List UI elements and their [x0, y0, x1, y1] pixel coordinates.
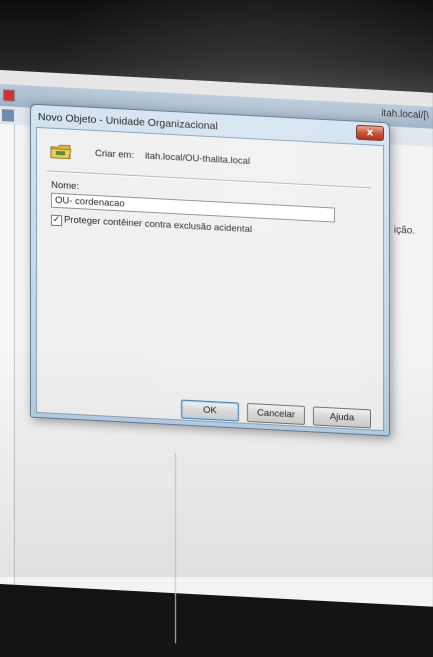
nav-back-icon[interactable]	[2, 109, 14, 122]
cancel-button[interactable]: Cancelar	[247, 402, 305, 425]
background-side-text: ição.	[393, 224, 415, 237]
protect-checkbox-label[interactable]: Proteger contêiner contra exclusão acide…	[64, 214, 252, 235]
app-icon	[3, 89, 15, 102]
dialog-body: Criar em: itah.local/OU-thalita.local No…	[36, 126, 384, 432]
create-in-label: Criar em:	[95, 147, 135, 162]
screen: itah.local/[\ ição. Novo Objeto - Unidad…	[0, 70, 433, 644]
create-in-path: itah.local/OU-thalita.local	[145, 150, 251, 168]
tree-pane	[0, 124, 15, 585]
protect-checkbox[interactable]: ✓	[51, 214, 62, 227]
separator	[47, 170, 371, 190]
organizational-unit-folder-icon	[50, 144, 72, 160]
close-icon: x	[366, 127, 374, 139]
checkmark-icon: ✓	[52, 214, 61, 226]
ok-button[interactable]: OK	[181, 399, 239, 422]
column-divider	[175, 453, 176, 644]
name-label: Nome:	[51, 179, 79, 193]
close-button[interactable]: x	[356, 124, 384, 142]
background-window-title: itah.local/[\	[381, 107, 429, 122]
help-button[interactable]: Ajuda	[313, 406, 371, 429]
new-ou-dialog: Novo Objeto - Unidade Organizacional x C…	[30, 103, 390, 437]
